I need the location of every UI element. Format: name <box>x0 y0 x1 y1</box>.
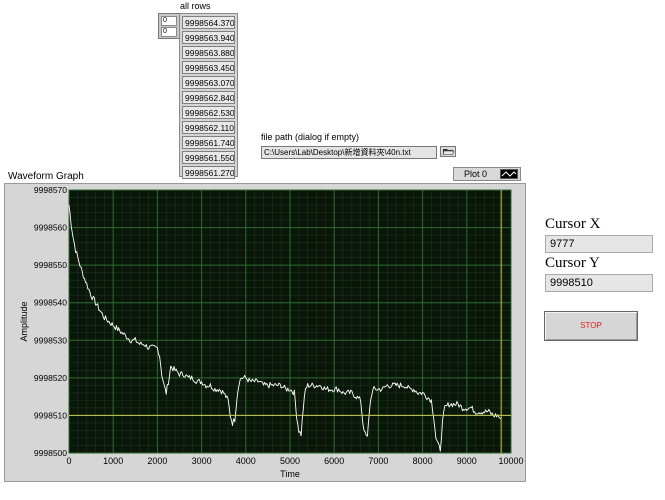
array-cell[interactable]: 9998562.110 <box>182 121 235 134</box>
y-tick-label: 9998510 <box>34 410 67 420</box>
y-tick-label: 9998560 <box>34 223 67 233</box>
x-tick-label: 5000 <box>280 456 300 466</box>
y-tick-label: 9998550 <box>34 260 67 270</box>
file-path-label: file path (dialog if empty) <box>261 132 360 142</box>
x-axis-label: Time <box>280 469 300 479</box>
x-tick-label: 3000 <box>192 456 212 466</box>
plot-line-sample-icon <box>500 169 518 179</box>
array-cell[interactable]: 9998563.940 <box>182 31 235 44</box>
stop-button[interactable]: STOP <box>544 311 638 341</box>
array-cell[interactable]: 9998562.530 <box>182 106 235 119</box>
y-tick-label: 9998530 <box>34 335 67 345</box>
x-tick-label: 7000 <box>368 456 388 466</box>
plot-legend-label: Plot 0 <box>464 169 488 179</box>
waveform-graph[interactable]: 0 1000 2000 3000 4000 5000 6000 7000 8000 9000 100… <box>4 183 526 482</box>
array-cell[interactable]: 9998563.070 <box>182 76 235 89</box>
folder-icon[interactable] <box>440 146 456 157</box>
file-path-input[interactable]: C:\Users\Lab\Desktop\新增資料夾\40n.txt <box>261 146 437 159</box>
array-cell[interactable]: 9998561.740 <box>182 136 235 149</box>
x-tick-label: 1000 <box>103 456 123 466</box>
column-index-input[interactable]: 0 <box>161 27 177 37</box>
cursor-x-indicator: 9777 <box>545 235 653 253</box>
waveform-graph-title: Waveform Graph <box>8 171 84 182</box>
all-rows-array: 9998564.370 9998563.940 9998563.880 9998… <box>179 13 238 179</box>
array-cell[interactable]: 9998561.270 <box>182 166 235 179</box>
y-axis-label: Amplitude <box>19 301 29 341</box>
x-tick-label: 9000 <box>457 456 477 466</box>
waveform-plot-svg[interactable]: 0 1000 2000 3000 4000 5000 6000 7000 8000 9000 100… <box>5 184 525 481</box>
row-index-input[interactable]: 0 <box>161 16 177 26</box>
array-index-control[interactable]: 0 0 <box>158 13 180 39</box>
y-tick-label: 9998500 <box>34 448 67 458</box>
array-cell[interactable]: 9998562.840 <box>182 91 235 104</box>
array-cell[interactable]: 9998561.550 <box>182 151 235 164</box>
y-tick-label: 9998540 <box>34 298 67 308</box>
x-tick-label: 0 <box>66 456 71 466</box>
x-tick-label: 4000 <box>236 456 256 466</box>
x-tick-label: 6000 <box>324 456 344 466</box>
all-rows-label: all rows <box>180 1 211 11</box>
array-cell[interactable]: 9998563.450 <box>182 61 235 74</box>
y-tick-label: 9998570 <box>34 185 67 195</box>
array-cell[interactable]: 9998563.880 <box>182 46 235 59</box>
x-tick-label: 10000 <box>498 456 523 466</box>
plot-legend[interactable]: Plot 0 <box>453 167 521 181</box>
array-cell[interactable]: 9998564.370 <box>182 16 235 29</box>
cursor-y-label: Cursor Y <box>545 255 600 271</box>
x-tick-label: 2000 <box>147 456 167 466</box>
y-tick-label: 9998520 <box>34 373 67 383</box>
cursor-y-indicator: 9998510 <box>545 274 653 292</box>
x-tick-label: 8000 <box>413 456 433 466</box>
cursor-x-label: Cursor X <box>545 216 601 232</box>
